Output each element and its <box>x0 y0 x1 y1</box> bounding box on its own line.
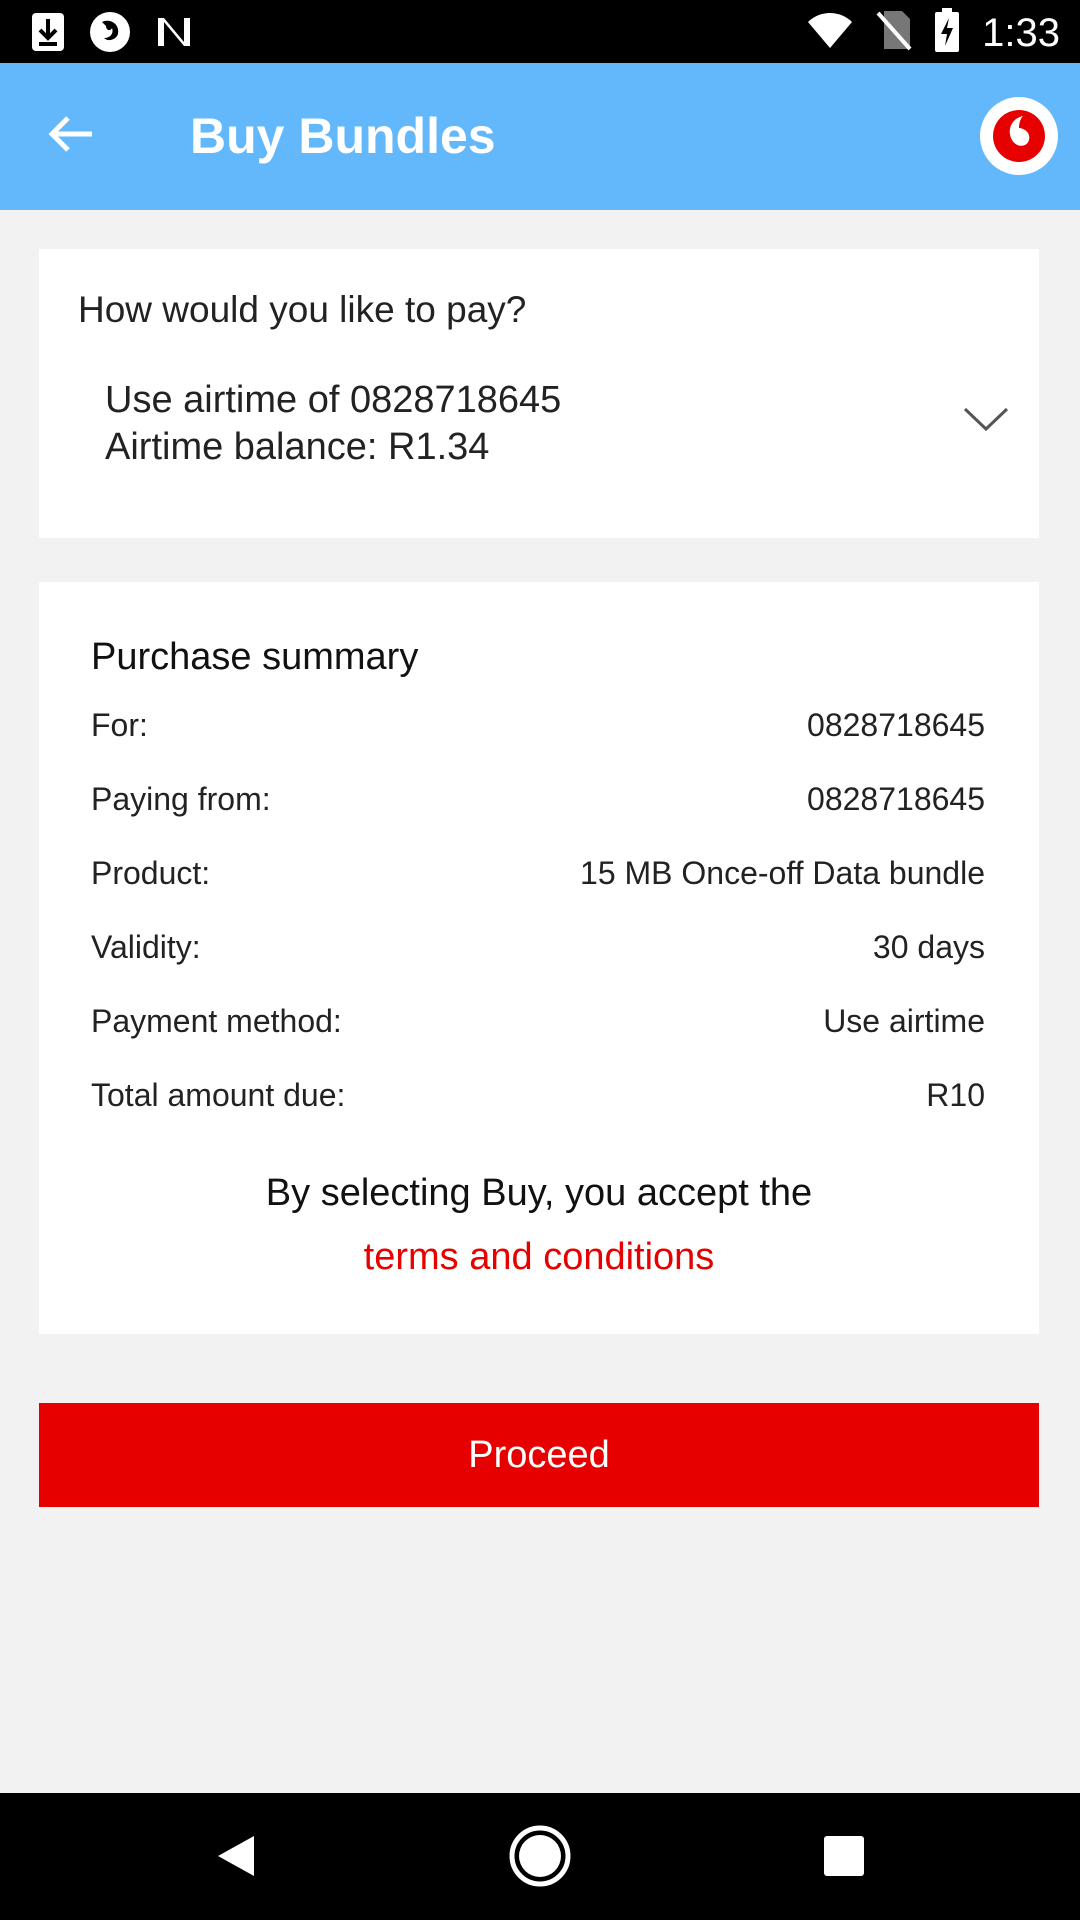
n-icon <box>154 14 194 55</box>
no-sim-icon <box>876 9 912 56</box>
summary-value: Use airtime <box>823 1003 985 1039</box>
payment-question: How would you like to pay? <box>78 289 527 330</box>
summary-value: 15 MB Once-off Data bundle <box>580 855 985 891</box>
vodafone-logo-icon <box>980 97 1058 175</box>
terms-text: By selecting Buy, you accept the <box>265 1172 813 1214</box>
page-title: Buy Bundles <box>190 108 496 164</box>
summary-row: For: 0828718645 <box>91 707 985 753</box>
summary-row: Paying from: 0828718645 <box>91 781 985 827</box>
summary-row: Payment method: Use airtime <box>91 1003 985 1049</box>
payment-selected-line1: Use airtime of 0828718645 <box>105 379 562 421</box>
summary-value: 0828718645 <box>807 707 985 743</box>
firefox-icon <box>88 10 132 59</box>
wifi-icon <box>806 10 854 55</box>
battery-charging-icon <box>934 8 960 57</box>
summary-value: 30 days <box>872 929 985 965</box>
summary-label: Paying from: <box>91 781 271 817</box>
terms-link[interactable]: terms and conditions <box>39 1236 1039 1279</box>
circle-home-icon <box>508 1824 572 1893</box>
summary-label: Validity: <box>91 929 201 965</box>
summary-title: Purchase summary <box>91 636 419 678</box>
nav-bar <box>0 1793 1080 1920</box>
chevron-down-icon <box>961 399 1011 439</box>
summary-label: Payment method: <box>91 1003 342 1039</box>
payment-card: How would you like to pay? Use airtime o… <box>39 249 1039 538</box>
payment-method-dropdown[interactable]: Use airtime of 0828718645 Airtime balanc… <box>105 379 1015 489</box>
status-time: 1:33 <box>982 10 1060 55</box>
airtime-balance: Airtime balance: R1.34 <box>105 426 490 468</box>
summary-label: For: <box>91 707 148 743</box>
nav-recents-button[interactable] <box>809 1823 879 1893</box>
summary-value: 0828718645 <box>807 781 985 817</box>
purchase-summary-card: Purchase summary For: 0828718645 Paying … <box>39 582 1039 1334</box>
nav-home-button[interactable] <box>505 1823 575 1893</box>
status-bar: 1:33 <box>0 0 1080 63</box>
summary-value: R10 <box>926 1077 985 1113</box>
nav-back-button[interactable] <box>201 1823 271 1893</box>
summary-label: Total amount due: <box>91 1077 346 1113</box>
triangle-back-icon <box>214 1832 258 1885</box>
download-icon <box>30 11 66 58</box>
proceed-button[interactable]: Proceed <box>39 1403 1039 1507</box>
summary-row: Product: 15 MB Once-off Data bundle <box>91 855 985 901</box>
summary-row: Total amount due: R10 <box>91 1077 985 1123</box>
summary-label: Product: <box>91 855 211 891</box>
square-recents-icon <box>822 1834 866 1883</box>
back-button[interactable] <box>40 105 102 167</box>
app-bar: Buy Bundles <box>0 63 1080 210</box>
summary-row: Validity: 30 days <box>91 929 985 975</box>
arrow-left-icon <box>48 114 94 159</box>
